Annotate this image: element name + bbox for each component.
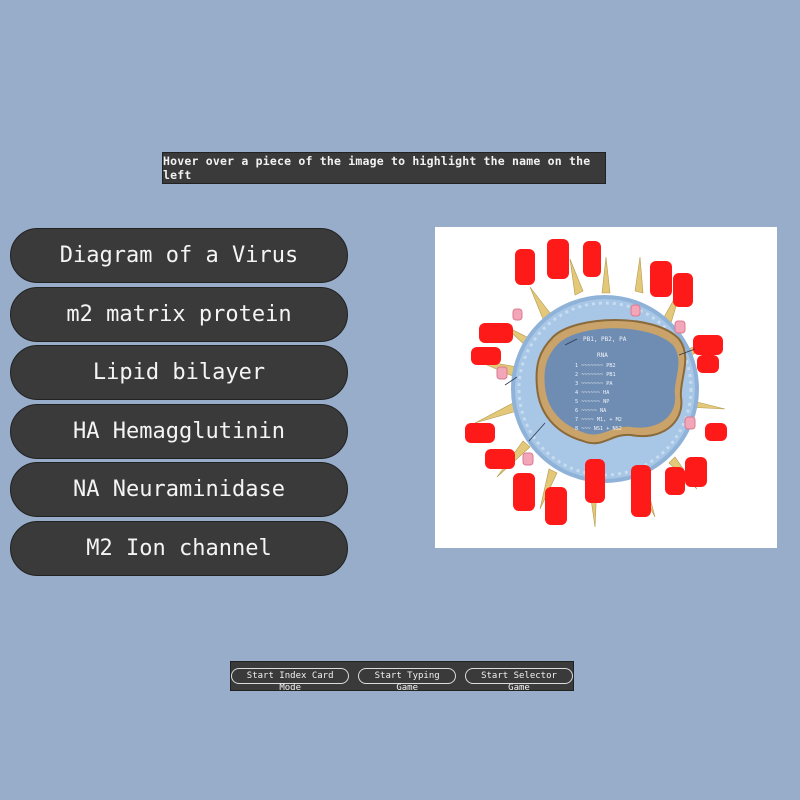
rna-segment-2: 2 ~~~~~~~ PB1 <box>575 372 616 378</box>
instruction-banner: Hover over a piece of the image to highl… <box>162 152 606 184</box>
segment-header: PB1, PB2, PA <box>583 336 627 343</box>
label-ha-hemagglutinin[interactable]: HA Hemagglutinin <box>10 403 348 459</box>
start-index-card-mode-button[interactable]: Start Index Card Mode <box>231 668 350 693</box>
label-diagram-of-a-virus[interactable]: Diagram of a Virus <box>10 228 348 283</box>
label-na-neuraminidase[interactable]: NA Neuraminidase <box>10 462 348 517</box>
rna-segment-3: 3 ~~~~~~~ PA <box>575 381 613 387</box>
game-mode-bar: Start Index Card Mode Start Typing Game … <box>230 661 574 693</box>
virus-diagram-svg[interactable]: PB1, PB2, PA RNA 1 ~~~~~~~ PB2 2 ~~~~~~~… <box>435 227 777 548</box>
rna-segment-5: 5 ~~~~~~ NP <box>575 399 609 405</box>
rna-segment-4: 4 ~~~~~~ HA <box>575 390 610 396</box>
rna-segment-7: 7 ~~~~ M1, + M2 <box>575 417 622 423</box>
label-m2-matrix-protein[interactable]: m2 matrix protein <box>10 286 348 342</box>
virus-diagram-image[interactable]: PB1, PB2, PA RNA 1 ~~~~~~~ PB2 2 ~~~~~~~… <box>435 227 777 548</box>
rna-label: RNA <box>597 352 608 359</box>
rna-segment-1: 1 ~~~~~~~ PB2 <box>575 363 616 369</box>
label-lipid-bilayer[interactable]: Lipid bilayer <box>10 345 348 400</box>
rna-segment-8: 8 ~~~ NS1 + NS2 <box>575 426 622 432</box>
label-list: Diagram of a Virus m2 matrix protein Lip… <box>10 228 348 579</box>
label-m2-ion-channel[interactable]: M2 Ion channel <box>10 520 348 576</box>
start-typing-game-button[interactable]: Start Typing Game <box>358 668 456 693</box>
start-selector-game-button[interactable]: Start Selector Game <box>465 668 573 693</box>
rna-segment-6: 6 ~~~~~ NA <box>575 408 607 414</box>
